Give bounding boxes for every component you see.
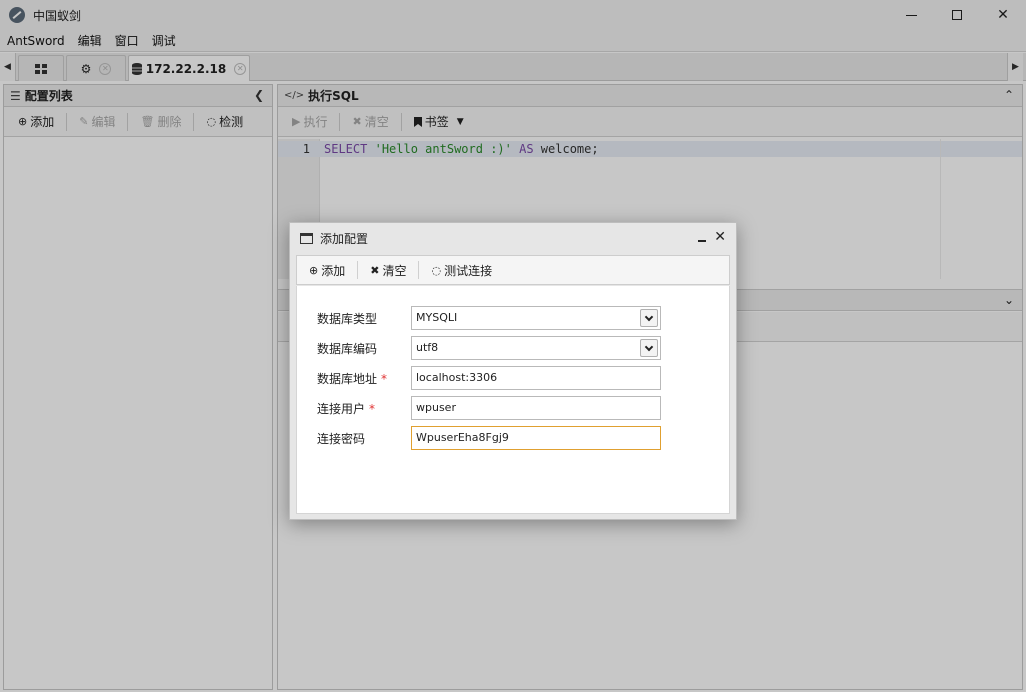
times-icon: ✖ xyxy=(370,263,380,277)
dialog-clear-label: 清空 xyxy=(382,263,407,278)
required-mark: * xyxy=(381,371,388,386)
dialog-add-label: 添加 xyxy=(321,263,346,278)
db-address-label-text: 数据库地址 xyxy=(317,371,378,386)
test-connection-label: 测试连接 xyxy=(444,263,493,278)
db-type-label: 数据库类型 xyxy=(317,311,378,326)
toolbar-divider xyxy=(357,261,359,279)
chevron-down-icon xyxy=(644,342,654,351)
dialog-form: 数据库类型 MYSQLI 数据库编码 utf8 数据库地址 * localhost… xyxy=(296,286,730,514)
dialog-title: 添加配置 xyxy=(320,231,369,246)
add-config-dialog: 添加配置 ✕ ⊕ 添加 ✖ 清空 ◌ 测试连接 数据库类型 MYSQLI 数据库… xyxy=(289,222,737,520)
db-address-input[interactable]: localhost:3306 xyxy=(411,366,661,390)
db-user-row: 连接用户 * wpuser xyxy=(317,396,661,420)
db-password-input[interactable]: WpuserEha8Fgj9 xyxy=(411,426,661,450)
dialog-clear-button[interactable]: ✖ 清空 xyxy=(364,262,412,279)
db-address-label: 数据库地址 * xyxy=(317,370,411,387)
dialog-close-icon[interactable]: ✕ xyxy=(714,230,726,244)
db-password-row: 连接密码 WpuserEha8Fgj9 xyxy=(317,426,661,450)
dialog-add-button[interactable]: ⊕ 添加 xyxy=(303,262,351,279)
db-password-label: 连接密码 xyxy=(317,431,366,446)
db-address-row: 数据库地址 * localhost:3306 xyxy=(317,366,661,390)
db-encoding-select[interactable]: utf8 xyxy=(411,336,661,360)
spinner-icon: ◌ xyxy=(431,263,442,277)
chevron-down-icon xyxy=(644,312,654,321)
db-encoding-row: 数据库编码 utf8 xyxy=(317,336,661,360)
db-user-label: 连接用户 * xyxy=(317,400,411,417)
db-type-row: 数据库类型 MYSQLI xyxy=(317,306,661,330)
dialog-minimize-icon[interactable] xyxy=(698,240,707,242)
window-icon xyxy=(300,232,313,244)
db-user-input[interactable]: wpuser xyxy=(411,396,661,420)
db-encoding-value: utf8 xyxy=(416,341,439,354)
plus-circle-icon: ⊕ xyxy=(309,263,319,277)
db-encoding-dropdown-button[interactable] xyxy=(640,339,658,357)
db-encoding-label: 数据库编码 xyxy=(317,341,378,356)
required-mark: * xyxy=(369,401,376,416)
db-type-select[interactable]: MYSQLI xyxy=(411,306,661,330)
dialog-toolbar: ⊕ 添加 ✖ 清空 ◌ 测试连接 xyxy=(296,255,730,285)
db-type-value: MYSQLI xyxy=(416,311,458,324)
dialog-title-bar[interactable]: 添加配置 ✕ xyxy=(290,223,736,253)
db-type-dropdown-button[interactable] xyxy=(640,309,658,327)
test-connection-button[interactable]: ◌ 测试连接 xyxy=(425,262,498,279)
dialog-controls: ✕ xyxy=(698,230,726,244)
db-user-label-text: 连接用户 xyxy=(317,401,366,416)
toolbar-divider xyxy=(418,261,420,279)
